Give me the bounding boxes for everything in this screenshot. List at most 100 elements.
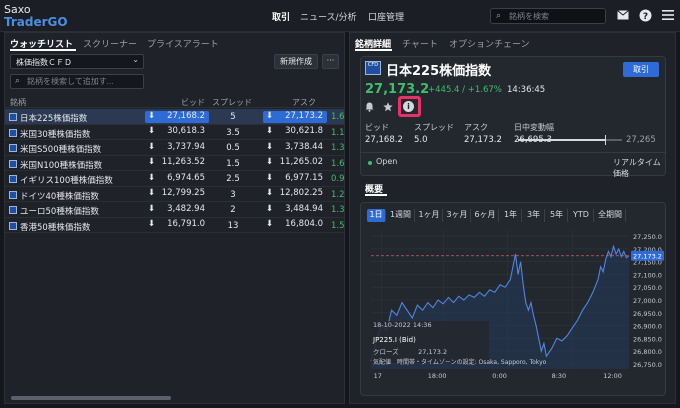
header-ask[interactable]: アスク <box>292 97 316 108</box>
instrument-name: イギリス100種株価指数 <box>20 176 113 186</box>
table-row[interactable]: 米国S500種株価指数 ⬇ 3,737.94 0.5 ⬇ 3,738.44 1.3 <box>5 140 345 156</box>
ask-cell[interactable]: ⬇ 16,804.0 <box>263 219 327 231</box>
table-row[interactable]: 香港50種株価指数 ⬇ 16,791.0 13 ⬇ 16,804.0 1.5 <box>5 218 345 233</box>
bid-cell[interactable]: ⬇ 3,737.94 <box>145 142 209 154</box>
nav-trade[interactable]: 取引 <box>272 10 290 23</box>
trade-button[interactable]: 取引 <box>623 62 659 77</box>
x-tick-label: 17 <box>374 372 382 380</box>
tab-screener[interactable]: スクリーナー <box>83 37 137 50</box>
mail-icon[interactable] <box>616 9 630 23</box>
y-tick-label: 27,250.0 <box>633 233 662 241</box>
search-box[interactable]: ⌕ <box>490 8 606 24</box>
open-status-dot <box>368 161 372 165</box>
arrow-down-icon: ⬇ <box>148 126 156 136</box>
table-row[interactable]: 米国30種株価指数 ⬇ 30,618.3 3.5 ⬇ 30,621.8 1.1 <box>5 125 345 140</box>
arrow-down-icon: ⬇ <box>266 203 274 214</box>
ask-cell[interactable]: ⬇ 30,621.8 <box>263 126 327 138</box>
arrow-down-icon: ⬇ <box>266 188 274 198</box>
info-icon[interactable]: i <box>403 101 414 112</box>
more-button[interactable]: ··· <box>322 54 339 69</box>
watchlist-panel: ウォッチリスト スクリーナー プライスアラート 株価指数ＣＦＤ ⌄ 新規作成 ·… <box>4 32 345 404</box>
spread-cell: 1.5 <box>226 158 240 169</box>
range-label: 日中変動幅 <box>514 123 554 132</box>
ask-cell[interactable]: ⬇ 3,484.94 <box>263 204 327 216</box>
spread-cell: 13 <box>227 220 239 231</box>
horizontal-scrollbar[interactable] <box>11 396 171 400</box>
tooltip-series: JP225.I (Bid) <box>372 336 416 344</box>
bid-cell[interactable]: ⬇ 12,799.25 <box>145 188 209 200</box>
spread-cell: 5 <box>230 112 236 122</box>
range-high-value: 27,265 <box>626 135 656 145</box>
watchlist-select[interactable]: 株価指数ＣＦＤ ⌄ <box>10 54 144 69</box>
instrument-name: ドイツ40種株価指数 <box>20 191 99 202</box>
help-icon[interactable]: ? <box>638 9 652 23</box>
change-cell: 1.2 <box>331 189 345 200</box>
watchlist-search-input[interactable] <box>27 76 141 87</box>
period-button[interactable]: 1ヶ月 <box>416 209 443 222</box>
period-button[interactable]: 3ヶ月 <box>444 209 471 222</box>
bid-cell[interactable]: ⬇ 11,263.52 <box>145 157 209 169</box>
search-input[interactable] <box>509 10 603 22</box>
period-button[interactable]: 3年 <box>523 209 545 222</box>
table-row[interactable]: 日本225株価指数 ⬇ 27,168.2 5 ⬇ 27,173.2 1.6 <box>5 109 345 125</box>
header-name[interactable]: 銘柄 <box>10 97 26 108</box>
new-list-button[interactable]: 新規作成 <box>274 54 318 69</box>
x-tick-label: 12:00 <box>603 372 622 380</box>
tab-underline <box>10 49 76 51</box>
period-button[interactable]: 1週間 <box>387 209 415 222</box>
period-button[interactable]: 1日 <box>367 209 386 222</box>
arrow-down-icon: ⬇ <box>148 203 156 214</box>
bid-cell[interactable]: ⬇ 6,974.65 <box>145 173 209 185</box>
period-button[interactable]: 全期間 <box>595 209 626 222</box>
ask-cell[interactable]: ⬇ 3,738.44 <box>263 142 327 154</box>
spread-cell: 3.5 <box>226 127 240 138</box>
spread-cell: 2 <box>230 205 236 215</box>
arrow-down-icon: ⬇ <box>148 141 156 152</box>
menu-icon[interactable] <box>661 9 675 23</box>
tooltip-date: 18-10-2022 14:36 <box>373 321 432 329</box>
header-bid[interactable]: ビッド <box>181 97 205 108</box>
card-divider <box>361 152 665 153</box>
table-row[interactable]: ユーロ50種株価指数 ⬇ 3,482.94 2 ⬇ 3,484.94 1.3 <box>5 202 345 218</box>
watchlist-search[interactable]: ⌕ <box>10 74 144 89</box>
tab-chart[interactable]: チャート <box>402 37 438 50</box>
y-tick-label: 26,750.0 <box>633 361 662 369</box>
table-row[interactable]: ドイツ40種株価指数 ⬇ 12,799.25 3 ⬇ 12,802.25 1.2 <box>5 187 345 202</box>
change-cell: 1.3 <box>331 205 345 215</box>
bid-cell[interactable]: ⬇ 3,482.94 <box>145 204 209 216</box>
y-tick-label: 26,900.0 <box>633 323 662 331</box>
instrument-name: 香港50種株価指数 <box>20 222 91 233</box>
watchlist-select-value: 株価指数ＣＦＤ <box>16 58 72 67</box>
period-button[interactable]: YTD <box>569 209 594 222</box>
table-row[interactable]: 米国N100種株価指数 ⬇ 11,263.52 1.5 ⬇ 11,265.02 1.6 <box>5 156 345 171</box>
header-spread[interactable]: スプレッド <box>212 97 252 108</box>
bid-label: ビッド <box>365 123 389 132</box>
period-button[interactable]: 1年 <box>500 209 522 222</box>
y-tick-label: 27,050.0 <box>633 284 662 292</box>
cfd-flag-icon <box>9 221 17 230</box>
bid-cell[interactable]: ⬇ 30,618.3 <box>145 126 209 138</box>
tab-price-alert[interactable]: プライスアラート <box>147 37 219 50</box>
tab-option-chain[interactable]: オプションチェーン <box>449 37 530 50</box>
bid-cell[interactable]: ⬇ 27,168.2 <box>145 110 209 123</box>
period-button[interactable]: 6ヶ月 <box>472 209 499 222</box>
bell-icon[interactable] <box>365 102 374 115</box>
star-icon[interactable] <box>383 102 393 115</box>
search-icon: ⌕ <box>496 11 502 21</box>
y-tick-label: 26,800.0 <box>633 348 662 356</box>
change-cell: 1.5 <box>331 220 345 231</box>
bid-cell[interactable]: ⬇ 16,791.0 <box>145 219 209 231</box>
ask-label: アスク <box>464 123 488 132</box>
cfd-flag-icon <box>9 206 17 214</box>
nav-news[interactable]: ニュース/分析 <box>300 10 357 23</box>
ask-cell[interactable]: ⬇ 6,977.15 <box>263 173 327 185</box>
period-button[interactable]: 5年 <box>546 209 568 222</box>
nav-account[interactable]: 口座管理 <box>368 10 404 23</box>
ask-cell[interactable]: ⬇ 11,265.02 <box>263 157 327 169</box>
price-chart[interactable]: 27,250.027,200.027,150.027,100.027,050.0… <box>361 227 666 396</box>
y-tick-label: 27,100.0 <box>633 271 662 279</box>
ask-cell[interactable]: ⬇ 27,173.2 <box>263 110 327 123</box>
ask-cell[interactable]: ⬇ 12,802.25 <box>263 188 327 200</box>
tab-underline <box>355 49 392 51</box>
table-row[interactable]: イギリス100種株価指数 ⬇ 6,974.65 2.5 ⬇ 6,977.15 0.9 <box>5 171 345 187</box>
